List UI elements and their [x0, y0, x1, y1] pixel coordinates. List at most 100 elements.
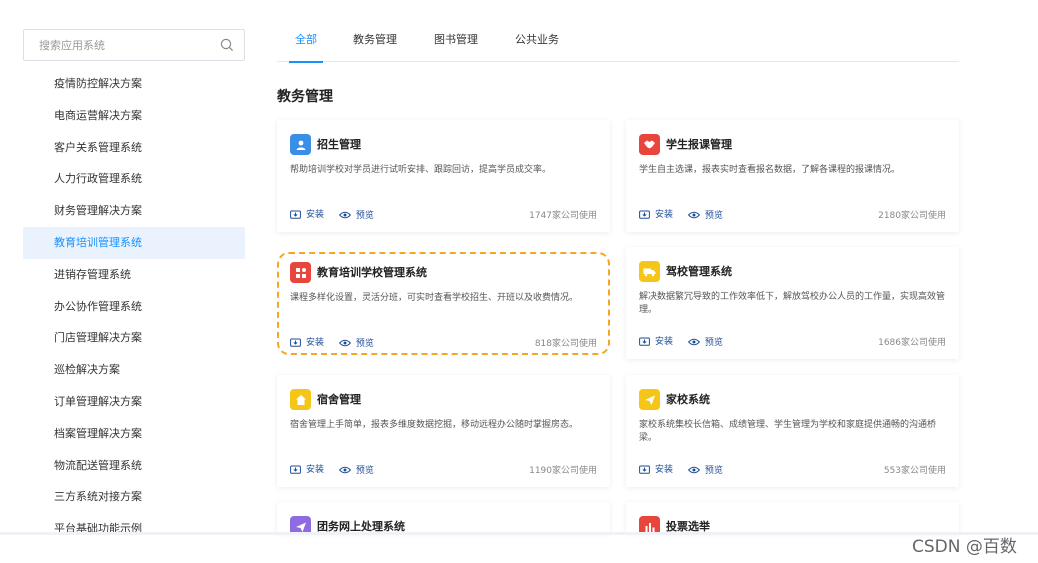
card-title: 驾校管理系统 [666, 265, 732, 278]
user-icon [290, 134, 311, 155]
watermark-text: CSDN @百数 [912, 537, 1017, 557]
handshake-icon [639, 134, 660, 155]
sidebar-item-finance[interactable]: 财务管理解决方案 [23, 195, 245, 227]
sidebar-item-store[interactable]: 门店管理解决方案 [23, 322, 245, 354]
sidebar: 疫情防控解决方案 电商运营解决方案 客户关系管理系统 人力行政管理系统 财务管理… [23, 0, 245, 535]
grid-icon [290, 262, 311, 283]
eye-icon [687, 211, 700, 218]
usage-count: 553家公司使用 [883, 466, 946, 476]
card-description: 课程多样化设置，灵活分班，可实时查看学校招生、开班以及收费情况。 [290, 293, 579, 303]
install-label: 安装 [655, 465, 674, 475]
card-actions: 安装 预览 [290, 207, 386, 222]
preview-label: 预览 [704, 466, 723, 476]
usage-count: 1747家公司使用 [529, 211, 597, 221]
card-actions: 安装 预览 [639, 207, 735, 222]
category-tabs: 全部 教务管理 图书管理 公共业务 [277, 25, 959, 63]
sidebar-item-crm[interactable]: 客户关系管理系统 [23, 132, 245, 164]
install-label: 安装 [306, 465, 325, 475]
preview-label: 预览 [704, 338, 723, 348]
usage-count: 2180家公司使用 [878, 211, 946, 221]
app-card[interactable]: 家校系统 家校系统集校长信箱、成绩管理、学生管理为学校和家庭提供通畅的沟通桥梁。… [626, 375, 959, 487]
install-button[interactable]: 安装 [639, 207, 673, 220]
sidebar-item-office[interactable]: 办公协作管理系统 [23, 291, 245, 323]
card-actions: 安装 预览 [290, 462, 386, 477]
sidebar-item-hr-admin[interactable]: 人力行政管理系统 [23, 163, 245, 195]
preview-label: 预览 [355, 211, 374, 221]
card-actions: 安装 预览 [290, 335, 386, 350]
install-icon [639, 465, 650, 474]
sidebar-item-ecommerce[interactable]: 电商运营解决方案 [23, 100, 245, 132]
preview-button[interactable]: 预览 [338, 463, 374, 476]
install-button[interactable]: 安装 [639, 334, 673, 347]
install-label: 安装 [655, 210, 674, 220]
install-button[interactable]: 安装 [290, 207, 324, 220]
bottom-divider [0, 532, 1038, 535]
app-card[interactable]: 驾校管理系统 解决数据繁冗导致的工作效率低下，解放驾校办公人员的工作量，实现高效… [626, 247, 959, 359]
sidebar-item-logistics[interactable]: 物流配送管理系统 [23, 450, 245, 482]
eye-icon [687, 466, 700, 473]
preview-button[interactable]: 预览 [687, 335, 723, 348]
eye-icon [687, 338, 700, 345]
install-label: 安装 [306, 338, 325, 348]
app-card-highlighted[interactable]: 教育培训学校管理系统 课程多样化设置，灵活分班，可实时查看学校招生、开班以及收费… [277, 252, 610, 355]
install-button[interactable]: 安装 [639, 462, 673, 475]
sidebar-item-orders[interactable]: 订单管理解决方案 [23, 386, 245, 418]
search-box [23, 29, 245, 61]
sidebar-item-third-party[interactable]: 三方系统对接方案 [23, 481, 245, 513]
card-title: 家校系统 [666, 393, 710, 406]
install-button[interactable]: 安装 [290, 462, 324, 475]
card-description: 解决数据繁冗导致的工作效率低下，解放驾校办公人员的工作量，实现高效管理。 [639, 292, 946, 315]
install-icon [290, 338, 301, 347]
preview-label: 预览 [355, 466, 374, 476]
card-description: 学生自主选课，报表实时查看报名数据，了解各课程的报课情况。 [639, 165, 901, 175]
install-icon [639, 337, 650, 346]
install-button[interactable]: 安装 [290, 335, 324, 348]
eye-icon [338, 339, 351, 346]
install-label: 安装 [306, 210, 325, 220]
preview-button[interactable]: 预览 [338, 336, 374, 349]
sidebar-item-inventory[interactable]: 进销存管理系统 [23, 259, 245, 291]
preview-button[interactable]: 预览 [687, 463, 723, 476]
home-icon [290, 389, 311, 410]
preview-label: 预览 [704, 211, 723, 221]
section-title: 教务管理 [277, 89, 333, 105]
search-input[interactable] [24, 30, 214, 60]
usage-count: 818家公司使用 [534, 339, 597, 349]
app-card[interactable]: 学生报课管理 学生自主选课，报表实时查看报名数据，了解各课程的报课情况。 安装 … [626, 120, 959, 232]
preview-button[interactable]: 预览 [687, 208, 723, 221]
bar-chart-icon [639, 516, 660, 533]
tab-public[interactable]: 公共业务 [515, 25, 559, 61]
tab-all[interactable]: 全部 [289, 25, 323, 63]
card-actions: 安装 预览 [639, 462, 735, 477]
app-card[interactable]: 团务网上处理系统 [277, 502, 610, 533]
eye-icon [338, 211, 351, 218]
card-description: 家校系统集校长信箱、成绩管理、学生管理为学校和家庭提供通畅的沟通桥梁。 [639, 420, 937, 443]
install-label: 安装 [655, 337, 674, 347]
app-card[interactable]: 投票选举 [626, 502, 959, 533]
app-card[interactable]: 宿舍管理 宿舍管理上手简单，报表多维度数据挖掘，移动远程办公随时掌握房态。 安装… [277, 375, 610, 487]
search-icon[interactable] [220, 38, 234, 52]
send-icon [639, 389, 660, 410]
card-actions: 安装 预览 [639, 334, 735, 349]
card-title: 教育培训学校管理系统 [317, 266, 427, 279]
tab-library[interactable]: 图书管理 [434, 25, 478, 61]
card-title: 招生管理 [317, 138, 361, 151]
preview-button[interactable]: 预览 [338, 208, 374, 221]
card-title: 投票选举 [666, 520, 710, 533]
card-title: 团务网上处理系统 [317, 520, 405, 533]
sidebar-item-archives[interactable]: 档案管理解决方案 [23, 418, 245, 450]
card-title: 宿舍管理 [317, 393, 361, 406]
usage-count: 1190家公司使用 [529, 466, 597, 476]
card-description: 帮助培训学校对学员进行试听安排、跟踪回访，提高学员成交率。 [290, 165, 552, 175]
install-icon [639, 210, 650, 219]
sidebar-item-education[interactable]: 教育培训管理系统 [23, 226, 245, 259]
card-title: 学生报课管理 [666, 138, 732, 151]
sidebar-item-inspection[interactable]: 巡检解决方案 [23, 354, 245, 386]
card-description: 宿舍管理上手简单，报表多维度数据挖掘，移动远程办公随时掌握房态。 [290, 420, 579, 430]
tab-academic[interactable]: 教务管理 [353, 25, 397, 61]
preview-label: 预览 [355, 339, 374, 349]
app-card[interactable]: 招生管理 帮助培训学校对学员进行试听安排、跟踪回访，提高学员成交率。 安装 预览… [277, 120, 610, 232]
sidebar-item-epidemic-prevention[interactable]: 疫情防控解决方案 [23, 68, 245, 100]
install-icon [290, 210, 301, 219]
sidebar-menu: 疫情防控解决方案 电商运营解决方案 客户关系管理系统 人力行政管理系统 财务管理… [23, 68, 245, 535]
